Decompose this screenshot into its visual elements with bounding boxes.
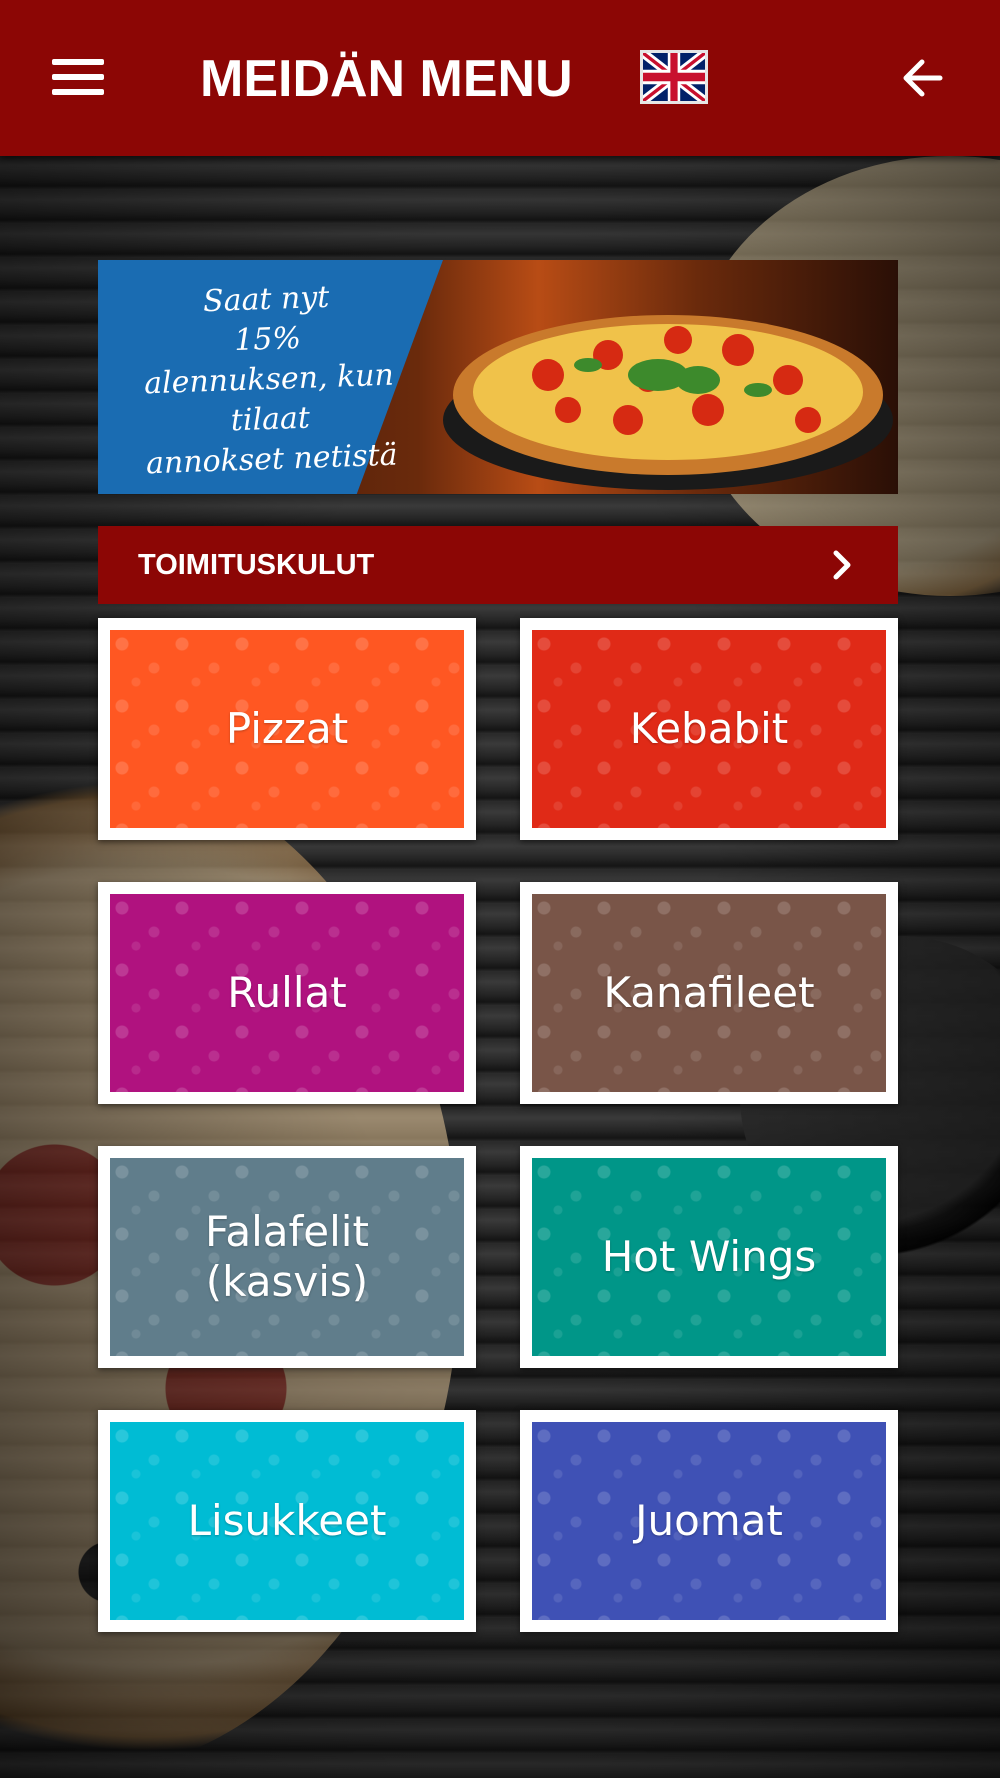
tile-background: Falafelit (kasvis)	[110, 1158, 464, 1356]
category-label: Juomat	[635, 1496, 783, 1545]
category-label: Lisukkeet	[187, 1496, 387, 1545]
tile-background: Kebabit	[532, 630, 886, 828]
pizza-image	[443, 315, 893, 490]
category-label: Pizzat	[225, 704, 349, 753]
category-tile-lisukkeet[interactable]: Lisukkeet	[98, 1410, 476, 1632]
delivery-costs-button[interactable]: TOIMITUSKULUT	[98, 526, 898, 604]
category-label: Falafelit (kasvis)	[205, 1207, 369, 1306]
promo-text: Saat nyt 15% alennuksen, kun tilaat anno…	[143, 279, 399, 482]
category-label: Kebabit	[629, 704, 789, 753]
app-header: MEIDÄN MENU	[0, 0, 1000, 156]
category-label: Rullat	[227, 968, 347, 1017]
hamburger-menu-icon[interactable]	[52, 59, 104, 95]
uk-flag-icon[interactable]	[640, 49, 708, 105]
delivery-costs-label: TOIMITUSKULUT	[138, 549, 375, 581]
category-tile-juomat[interactable]: Juomat	[520, 1410, 898, 1632]
category-tile-falafelit[interactable]: Falafelit (kasvis)	[98, 1146, 476, 1368]
page-title: MEIDÄN MENU	[200, 50, 573, 108]
tile-background: Lisukkeet	[110, 1422, 464, 1620]
promo-banner[interactable]: Saat nyt 15% alennuksen, kun tilaat anno…	[98, 260, 898, 494]
tile-background: Rullat	[110, 894, 464, 1092]
chevron-right-icon	[833, 550, 851, 580]
category-tile-kanafileet[interactable]: Kanafileet	[520, 882, 898, 1104]
category-tile-kebabit[interactable]: Kebabit	[520, 618, 898, 840]
category-tile-hot-wings[interactable]: Hot Wings	[520, 1146, 898, 1368]
tile-background: Juomat	[532, 1422, 886, 1620]
arrow-left-icon[interactable]	[898, 54, 946, 102]
category-tile-pizzat[interactable]: Pizzat	[98, 618, 476, 840]
category-label: Hot Wings	[601, 1232, 817, 1281]
tile-background: Pizzat	[110, 630, 464, 828]
category-label: Kanafileet	[603, 968, 815, 1017]
tile-background: Kanafileet	[532, 894, 886, 1092]
category-tile-rullat[interactable]: Rullat	[98, 882, 476, 1104]
tile-background: Hot Wings	[532, 1158, 886, 1356]
